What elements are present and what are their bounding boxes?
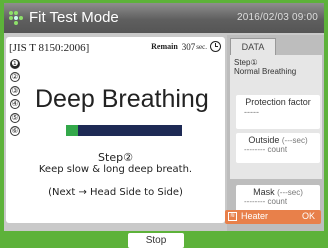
outside-header: Outside (---sec) xyxy=(236,133,320,145)
mask-title: Mask xyxy=(253,187,275,197)
outside-box: Outside (---sec) -------- count xyxy=(236,133,320,163)
heater-status-bar: ≋ Heater OK xyxy=(225,210,321,224)
mask-box: Mask (---sec) -------- count xyxy=(236,185,320,213)
heater-label: Heater xyxy=(241,211,269,221)
step-indicator-6: ⑥ xyxy=(10,125,20,136)
step-indicator-4: ④ xyxy=(10,99,20,110)
step-indicator-list: ❶ ② ③ ④ ⑤ ⑥ xyxy=(10,59,20,139)
instruction-text: Keep slow & long deep breath. xyxy=(38,164,193,175)
step-indicator-2: ② xyxy=(10,72,20,83)
exercise-title: Deep Breathing xyxy=(35,85,209,113)
page-title: Fit Test Mode xyxy=(29,9,119,26)
protection-factor-value: ----- xyxy=(244,107,259,117)
data-side-panel: DATA Step① Normal Breathing Protection f… xyxy=(227,35,324,231)
side-step-number: Step① xyxy=(234,58,258,67)
next-exercise-note: (Next → Head Side to Side) xyxy=(48,187,183,198)
outside-count: -------- count xyxy=(244,145,288,154)
step-indicator-5: ⑤ xyxy=(10,112,20,123)
progress-fill xyxy=(66,125,78,136)
outside-title: Outside xyxy=(248,135,280,145)
side-step-name: Normal Breathing xyxy=(234,67,297,76)
remain-value: 307 xyxy=(181,41,196,52)
mask-count: -------- count xyxy=(244,197,288,206)
exercise-progress-bar xyxy=(66,125,182,136)
current-step-label: Step② xyxy=(98,151,133,164)
heater-status: OK xyxy=(301,211,315,221)
outside-unit: (---sec) xyxy=(281,136,308,145)
protection-factor-title: Protection factor xyxy=(245,97,311,107)
remain-label: Remain xyxy=(151,42,178,51)
protection-factor-box: Protection factor ----- xyxy=(236,95,320,129)
device-screen: Fit Test Mode 2016/02/03 09:00 [JIS T 81… xyxy=(4,3,324,231)
heater-icon: ≋ xyxy=(228,212,237,221)
tab-data[interactable]: DATA xyxy=(230,38,276,55)
remain-timer: Remain 307 sec. xyxy=(151,41,221,52)
clock-icon xyxy=(210,41,221,52)
main-panel: [JIS T 8150:2006] Remain 307 sec. ❶ ② ③ … xyxy=(6,37,225,223)
mask-header: Mask (---sec) xyxy=(236,185,320,197)
step-indicator-3: ③ xyxy=(10,85,20,96)
remain-unit: sec. xyxy=(196,42,207,51)
datetime-display: 2016/02/03 09:00 xyxy=(236,12,318,23)
side-step-label: Step① Normal Breathing xyxy=(234,58,296,76)
title-bar: Fit Test Mode 2016/02/03 09:00 xyxy=(4,3,324,33)
step-indicator-1: ❶ xyxy=(10,59,20,69)
dots-logo-icon xyxy=(9,11,23,25)
standard-label: [JIS T 8150:2006] xyxy=(9,42,90,54)
mask-unit: (---sec) xyxy=(277,188,303,197)
stop-button[interactable]: Stop xyxy=(128,233,184,248)
